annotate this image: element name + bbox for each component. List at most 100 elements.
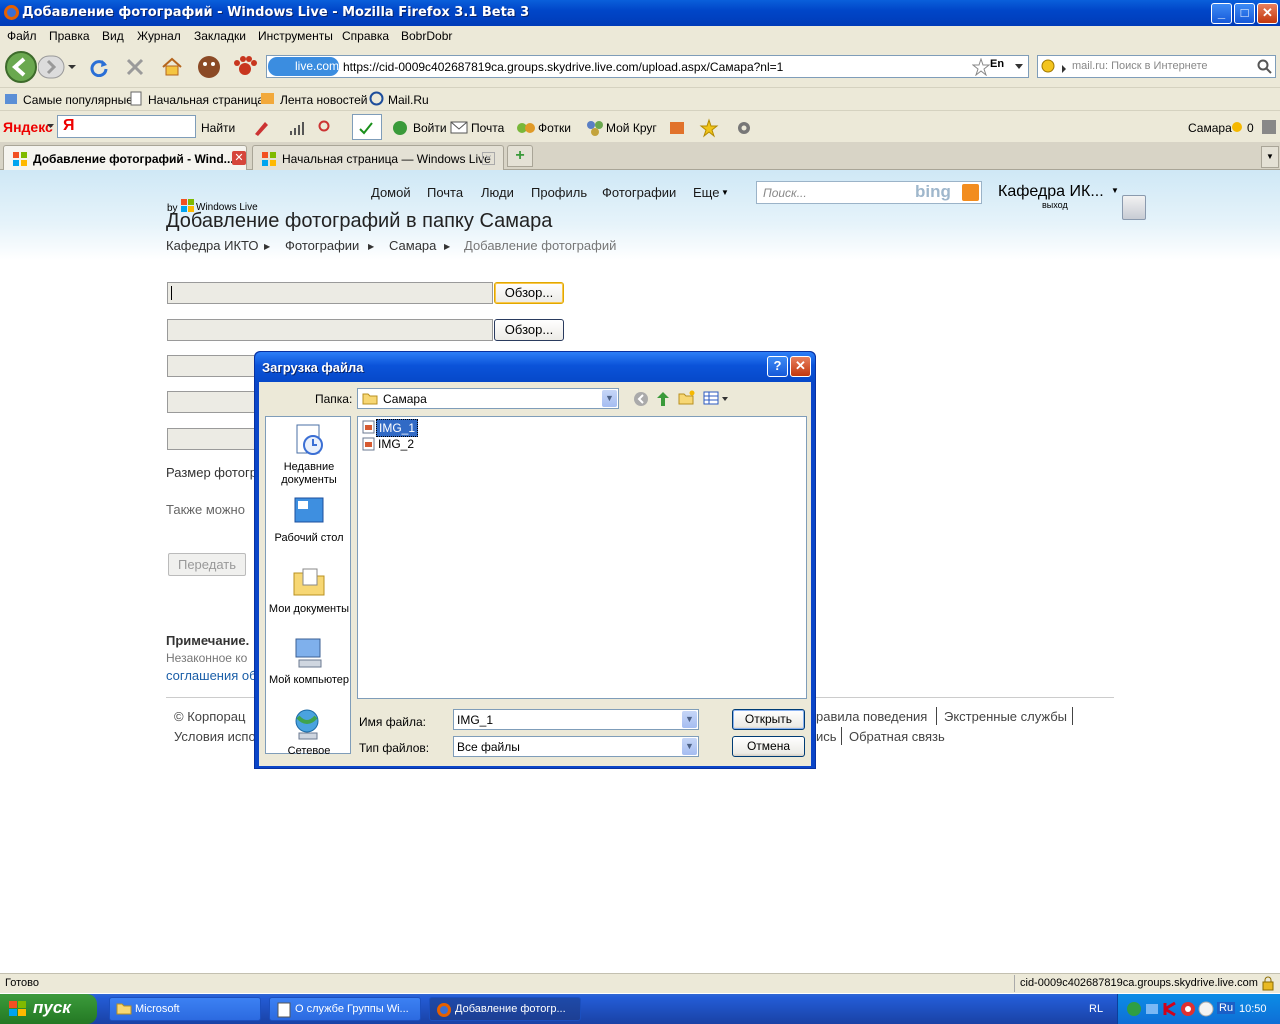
menu-bookmarks[interactable]: Закладки xyxy=(194,29,246,43)
bobrdobr-icon[interactable] xyxy=(196,53,222,79)
user-name[interactable]: Кафедра ИК... xyxy=(998,183,1104,201)
yandex-photos-button[interactable]: Фотки xyxy=(538,121,571,135)
footer-terms[interactable]: Условия испо xyxy=(174,729,256,744)
chevron-down-icon[interactable]: ▼ xyxy=(682,738,697,755)
reload-icon[interactable] xyxy=(89,57,109,77)
tab-list-dropdown[interactable]: ▼ xyxy=(1261,146,1279,168)
filetype-select[interactable]: Все файлы ▼ xyxy=(453,736,699,757)
footer-emergency[interactable]: Экстренные службы xyxy=(944,709,1067,724)
lock-icon[interactable] xyxy=(1262,976,1274,991)
menu-view[interactable]: Вид xyxy=(102,29,124,43)
nav-home[interactable]: Домой xyxy=(371,185,411,200)
footer-copyright[interactable]: © Корпорац xyxy=(174,709,245,724)
breadcrumb-photos[interactable]: Фотографии xyxy=(285,238,359,253)
paw-icon[interactable] xyxy=(232,54,258,78)
favorites-star-icon[interactable] xyxy=(699,118,719,138)
yandex-my-circle-button[interactable]: Мой Круг xyxy=(606,121,657,135)
taskbar-item-microsoft[interactable]: Microsoft xyxy=(109,997,261,1021)
toolbar-overflow-icon[interactable] xyxy=(1261,119,1277,135)
new-folder-icon[interactable] xyxy=(678,390,696,406)
browse-button-2[interactable]: Обзор... xyxy=(494,319,564,341)
search-engine-icon[interactable] xyxy=(1040,58,1068,76)
user-menu-arrow-icon[interactable]: ▼ xyxy=(1111,186,1119,195)
nav-photos[interactable]: Фотографии xyxy=(602,185,676,200)
open-button[interactable]: Открыть xyxy=(732,709,805,730)
spellcheck-button[interactable] xyxy=(352,114,382,140)
search-box[interactable]: mail.ru: Поиск в Интернете xyxy=(1037,55,1276,78)
new-tab-button[interactable]: + xyxy=(507,145,533,167)
place-my-computer[interactable]: Мой компьютер xyxy=(266,636,352,687)
site-identity-badge[interactable]: live.com xyxy=(268,57,339,76)
search-magnifier-icon[interactable] xyxy=(318,120,334,136)
bing-search-icon[interactable] xyxy=(962,184,979,201)
yandex-menu-arrow-icon[interactable] xyxy=(47,124,54,129)
keyboard-layout[interactable]: RL xyxy=(1089,1003,1103,1015)
up-folder-icon[interactable] xyxy=(655,390,671,408)
bookmark-news-feed[interactable]: Лента новостей xyxy=(280,93,368,107)
yandex-login-button[interactable]: Войти xyxy=(413,121,447,135)
place-my-documents[interactable]: Мои документы xyxy=(266,565,352,616)
file-item-img2[interactable]: IMG_2 xyxy=(360,436,414,452)
weather-city[interactable]: Самара xyxy=(1188,121,1232,135)
filename-input[interactable]: IMG_1 ▼ xyxy=(453,709,699,730)
kaspersky-icon[interactable] xyxy=(1162,1001,1178,1017)
close-tab-icon[interactable]: ✕ xyxy=(232,151,246,165)
window-title-bar[interactable]: Добавление фотографий - Windows Live - M… xyxy=(0,0,1280,26)
cancel-button[interactable]: Отмена xyxy=(732,736,805,757)
place-network[interactable]: Сетевое xyxy=(266,707,352,758)
footer-conduct[interactable]: равила поведения xyxy=(816,709,927,724)
chevron-down-icon[interactable]: ▼ xyxy=(602,390,617,407)
nav-people[interactable]: Люди xyxy=(481,185,514,200)
dialog-title-bar[interactable]: Загрузка файла ? ✕ xyxy=(255,352,815,382)
menu-bobrdobr[interactable]: BobrDobr xyxy=(401,29,452,43)
signout-link[interactable]: выход xyxy=(1042,200,1068,210)
taskbar-item-groups[interactable]: О службе Группы Wi... xyxy=(269,997,421,1021)
close-window-button[interactable]: ✕ xyxy=(1257,3,1278,24)
close-tab-icon[interactable]: ✕ xyxy=(482,152,495,165)
menu-file[interactable]: Файл xyxy=(7,29,37,43)
yandex-search-input[interactable]: Я xyxy=(57,115,196,138)
chevron-down-icon[interactable]: ▼ xyxy=(682,711,697,728)
footer-link[interactable]: ись xyxy=(816,729,837,744)
bookmark-star-icon[interactable] xyxy=(972,58,990,76)
note-link[interactable]: соглашения об xyxy=(166,668,257,683)
tab-start-page[interactable]: Начальная страница — Windows Live ✕ xyxy=(252,145,504,170)
forward-icon[interactable] xyxy=(38,55,78,79)
file-list[interactable]: IMG_1 IMG_2 xyxy=(357,416,807,699)
place-recent[interactable]: Недавние документы xyxy=(266,423,352,487)
yandex-find-button[interactable]: Найти xyxy=(201,121,235,135)
maximize-button[interactable]: □ xyxy=(1234,3,1255,24)
menu-history[interactable]: Журнал xyxy=(137,29,181,43)
yandex-mail-button[interactable]: Почта xyxy=(471,121,504,135)
network-tray-icon[interactable] xyxy=(1144,1001,1160,1017)
yandex-brand[interactable]: Яндекс xyxy=(3,119,53,135)
file-input-1[interactable] xyxy=(167,282,493,304)
bookmarks-yandex-icon[interactable] xyxy=(668,119,688,137)
bookmark-mailru[interactable]: Mail.Ru xyxy=(388,93,429,107)
stop-icon[interactable] xyxy=(125,57,145,77)
close-dialog-button[interactable]: ✕ xyxy=(790,356,811,377)
pencil-icon[interactable] xyxy=(252,119,270,137)
url-text[interactable]: https://cid-0009c402687819ca.groups.skyd… xyxy=(343,60,783,74)
tab-add-photos[interactable]: Добавление фотографий - Wind... ✕ xyxy=(3,145,247,171)
help-button[interactable]: ? xyxy=(767,356,788,377)
breadcrumb-samara[interactable]: Самара xyxy=(389,238,436,253)
place-desktop[interactable]: Рабочий стол xyxy=(266,494,352,545)
start-button[interactable]: пуск xyxy=(0,994,97,1024)
page-search-box[interactable]: Поиск... bing xyxy=(756,181,982,204)
user-avatar-icon[interactable] xyxy=(1122,195,1146,220)
taskbar-item-firefox[interactable]: Добавление фотогр... xyxy=(429,997,581,1021)
menu-edit[interactable]: Правка xyxy=(49,29,90,43)
nav-mail[interactable]: Почта xyxy=(427,185,463,200)
browse-button-1[interactable]: Обзор... xyxy=(494,282,564,304)
nav-more-arrow-icon[interactable]: ▼ xyxy=(721,188,729,197)
file-input-4[interactable] xyxy=(167,391,255,413)
folder-combo[interactable]: Самара ▼ xyxy=(357,388,619,409)
search-icon[interactable] xyxy=(1257,59,1273,75)
nav-profile[interactable]: Профиль xyxy=(531,185,587,200)
signal-bars-icon[interactable] xyxy=(288,119,306,137)
file-input-3[interactable] xyxy=(167,355,255,377)
menu-tools[interactable]: Инструменты xyxy=(258,29,333,43)
tray-language[interactable]: Ru xyxy=(1217,1002,1236,1014)
address-bar[interactable]: live.com https://cid-0009c402687819ca.gr… xyxy=(266,55,1029,78)
